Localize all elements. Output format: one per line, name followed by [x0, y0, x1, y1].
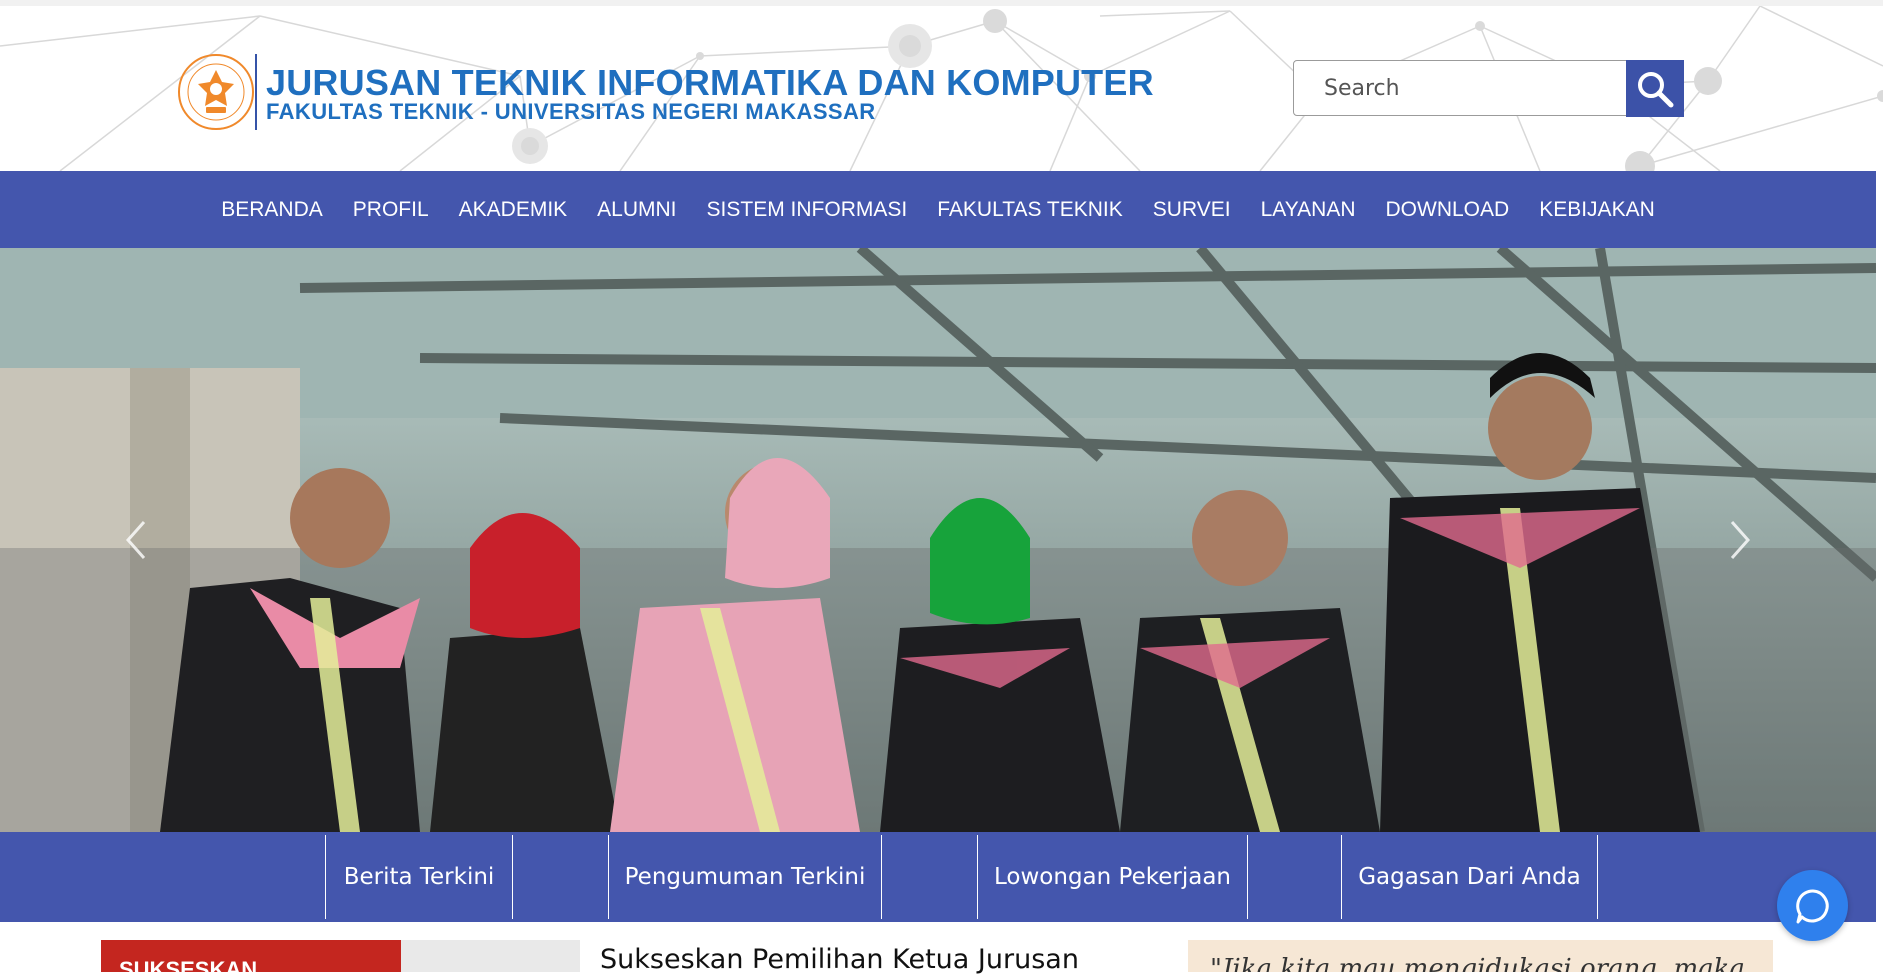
- site-subtitle: FAKULTAS TEKNIK - UNIVERSITAS NEGERI MAK…: [266, 99, 876, 124]
- search-icon: [1638, 71, 1674, 107]
- tab-berita-terkini[interactable]: Berita Terkini: [325, 835, 513, 919]
- nav-item-sistem-informasi[interactable]: SISTEM INFORMASI: [707, 198, 908, 222]
- site-header: JURUSAN TEKNIK INFORMATIKA DAN KOMPUTER …: [0, 6, 1883, 171]
- nav-item-beranda[interactable]: BERANDA: [221, 198, 323, 222]
- quote-text: "Jika kita mau mengidukasi orang, maka: [1210, 954, 1745, 972]
- tab-lowongan-pekerjaan[interactable]: Lowongan Pekerjaan: [977, 835, 1248, 919]
- nav-item-kebijakan[interactable]: KEBIJAKAN: [1539, 198, 1655, 222]
- nav-item-fakultas-teknik[interactable]: FAKULTAS TEKNIK: [937, 198, 1123, 222]
- news-title[interactable]: Sukseskan Pemilihan Ketua Jurusan: [600, 944, 1079, 975]
- nav-item-download[interactable]: DOWNLOAD: [1386, 198, 1510, 222]
- graduation-photo: [0, 248, 1876, 832]
- tab-gagasan-dari-anda[interactable]: Gagasan Dari Anda: [1341, 835, 1598, 919]
- news-thumbnail[interactable]: SUKSESKAN: [101, 940, 580, 972]
- chat-button[interactable]: [1777, 870, 1848, 941]
- news-tabs: Berita Terkini Pengumuman Terkini Lowong…: [0, 832, 1876, 922]
- main-navigation: BERANDA PROFIL AKADEMIK ALUMNI SISTEM IN…: [0, 171, 1876, 248]
- carousel-next-button[interactable]: [1722, 516, 1758, 564]
- search-button[interactable]: [1626, 60, 1684, 117]
- quote-box: "Jika kita mau mengidukasi orang, maka: [1188, 940, 1773, 972]
- nav-item-survei[interactable]: SURVEI: [1153, 198, 1231, 222]
- logo-divider: [255, 54, 257, 130]
- chevron-right-icon: [1730, 521, 1751, 559]
- hero-carousel[interactable]: [0, 248, 1876, 832]
- unm-logo-icon: [178, 54, 254, 130]
- tab-pengumuman-terkini[interactable]: Pengumuman Terkini: [608, 835, 882, 919]
- news-thumbnail-text: SUKSESKAN: [119, 957, 258, 972]
- search-input[interactable]: [1293, 60, 1627, 116]
- nav-item-alumni[interactable]: ALUMNI: [597, 198, 676, 222]
- nav-item-layanan[interactable]: LAYANAN: [1261, 198, 1356, 222]
- nav-item-akademik[interactable]: AKADEMIK: [459, 198, 568, 222]
- carousel-prev-button[interactable]: [118, 516, 154, 564]
- site-title[interactable]: JURUSAN TEKNIK INFORMATIKA DAN KOMPUTER: [266, 62, 1154, 104]
- nav-item-profil[interactable]: PROFIL: [353, 198, 429, 222]
- chat-bubble-icon: [1795, 888, 1829, 923]
- university-logo[interactable]: [176, 52, 256, 132]
- chevron-left-icon: [125, 521, 146, 559]
